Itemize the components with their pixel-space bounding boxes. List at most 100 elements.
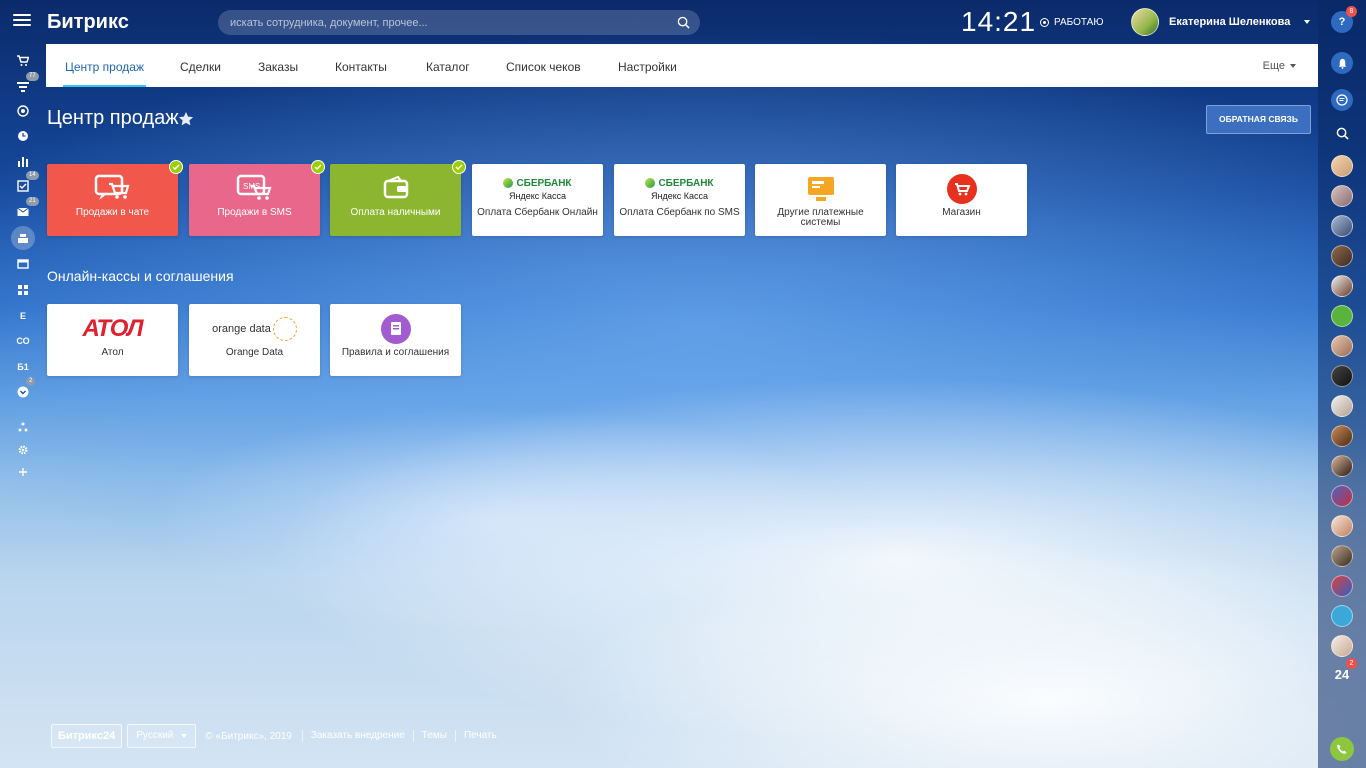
sidebar-item-timeman[interactable]	[14, 127, 32, 145]
help-button[interactable]: ? 8	[1330, 6, 1357, 34]
contact-avatar[interactable]	[1330, 634, 1354, 658]
help-badge: 8	[1346, 6, 1357, 17]
user-placeholder-icon	[1331, 305, 1353, 327]
right-sidebar: ? 8 24 2	[1318, 0, 1366, 768]
yandex-kassa-logo: Яндекс Касса	[508, 190, 566, 201]
sidebar-item-crm[interactable]: 77	[14, 72, 39, 96]
section-title-kassa: Онлайн-кассы и соглашения	[47, 268, 234, 284]
sidebar-item-co[interactable]: СО	[14, 332, 32, 350]
tile-sberbank-online[interactable]: СБЕРБАНК Яндекс Касса Оплата Сбербанк Он…	[472, 164, 603, 236]
chat-button[interactable]	[1330, 88, 1354, 112]
sidebar-item-mail[interactable]: 21	[14, 197, 39, 221]
tab-catalog[interactable]: Каталог	[426, 44, 470, 87]
tile-chat-sales[interactable]: Продажи в чате	[47, 160, 183, 236]
work-status[interactable]: РАБОТАЮ	[1040, 17, 1103, 28]
tab-more-button[interactable]: Еще	[1263, 44, 1296, 87]
contact-avatar[interactable]	[1330, 184, 1354, 208]
sidebar-item-apps[interactable]	[14, 281, 32, 299]
tile-sberbank-sms[interactable]: СБЕРБАНК Яндекс Касса Оплата Сбербанк по…	[614, 164, 745, 236]
contact-avatar[interactable]	[1330, 154, 1354, 178]
contact-avatar[interactable]	[1330, 454, 1354, 478]
bitrix24-label: 24	[1334, 666, 1350, 682]
cart-icon	[17, 55, 29, 66]
task-check-icon	[17, 180, 29, 192]
footer-link-order[interactable]: Заказать внедрение	[301, 730, 413, 742]
phone-icon	[1337, 744, 1347, 754]
contact-avatar[interactable]	[1330, 244, 1354, 268]
feedback-button[interactable]: ОБРАТНАЯ СВЯЗЬ	[1206, 105, 1311, 134]
contact-avatar[interactable]	[1330, 544, 1354, 568]
footer-link-themes[interactable]: Темы	[412, 730, 455, 742]
sidebar-item-goals[interactable]	[14, 102, 32, 120]
window-icon	[17, 259, 29, 269]
search-icon[interactable]	[677, 16, 690, 29]
phone-call-button[interactable]	[1330, 737, 1354, 761]
top-bar: Битрикс 14:21 РАБОТАЮ Екатерина Шеленков…	[0, 0, 1318, 44]
tab-receipts[interactable]: Список чеков	[506, 44, 581, 87]
sidebar-item-sales-center[interactable]	[11, 226, 35, 250]
footer-logo[interactable]: Битрикс24	[51, 724, 123, 748]
question-icon: ?	[1338, 16, 1346, 28]
tab-more-label: Еще	[1262, 59, 1285, 72]
tab-orders[interactable]: Заказы	[258, 44, 298, 87]
tile-label: Атол	[101, 347, 124, 358]
user-avatar[interactable]	[1131, 8, 1159, 36]
sidebar-item-more[interactable]: 2	[14, 377, 36, 401]
search-input[interactable]	[230, 10, 670, 35]
sidebar-item-store[interactable]	[14, 52, 32, 70]
chat-cart-icon	[94, 174, 129, 200]
avatar	[1331, 215, 1353, 237]
notifications-button[interactable]	[1330, 51, 1354, 75]
sidebar-item-e[interactable]: Е	[14, 307, 32, 325]
favorite-star-icon[interactable]	[178, 111, 194, 127]
contact-avatar[interactable]	[1330, 214, 1354, 238]
sidebar-item-analytics[interactable]	[14, 152, 32, 170]
user-menu[interactable]: Екатерина Шеленкова	[1131, 8, 1311, 36]
tile-shop[interactable]: Магазин	[896, 164, 1027, 236]
contact-avatar[interactable]	[1330, 484, 1354, 508]
tab-deals[interactable]: Сделки	[180, 44, 221, 87]
contact-avatar[interactable]	[1330, 334, 1354, 358]
contact-avatar[interactable]	[1330, 394, 1354, 418]
language-selector[interactable]: Русский	[127, 724, 197, 748]
user-name[interactable]: Екатерина Шеленкова	[1169, 16, 1290, 28]
avatar	[1331, 455, 1353, 477]
tab-contacts[interactable]: Контакты	[335, 44, 387, 87]
sidebar-item-add[interactable]	[14, 463, 32, 481]
bell-icon	[1338, 58, 1346, 69]
tile-sms-sales[interactable]: SMS Продажи в SMS	[189, 160, 325, 236]
chevron-down-icon	[1290, 63, 1296, 68]
sidebar-item-sites[interactable]	[14, 255, 32, 273]
avatar	[1331, 155, 1353, 177]
tile-other-payment-systems[interactable]: Другие платежные системы	[755, 164, 886, 236]
hamburger-menu-icon[interactable]	[13, 14, 31, 28]
bitrix24-badge: 2	[1346, 658, 1357, 669]
atol-logo: АТОЛ	[82, 315, 143, 342]
tile-orange-data[interactable]: orange data Orange Data	[189, 304, 320, 376]
tile-cash-payment[interactable]: Оплата наличными	[330, 160, 466, 236]
app-logo[interactable]: Битрикс	[47, 11, 129, 34]
chevron-circle-icon	[17, 386, 29, 398]
contact-avatar[interactable]	[1330, 574, 1354, 598]
contact-avatar[interactable]	[1330, 514, 1354, 538]
contact-avatar[interactable]	[1330, 274, 1354, 298]
contact-avatar[interactable]	[1330, 304, 1354, 328]
footer-link-print[interactable]: Печать	[454, 730, 505, 742]
sidebar-item-structure[interactable]	[14, 418, 32, 436]
tile-atol[interactable]: АТОЛ Атол	[47, 304, 178, 376]
contact-avatar[interactable]	[1330, 604, 1354, 628]
bitrix24-apps-button[interactable]: 24 2	[1330, 658, 1357, 686]
sidebar-item-tasks[interactable]: 14	[14, 171, 39, 195]
contact-avatar[interactable]	[1330, 364, 1354, 388]
contact-avatar[interactable]	[1330, 424, 1354, 448]
right-search-button[interactable]	[1330, 121, 1354, 145]
tab-sales-center[interactable]: Центр продаж	[63, 44, 146, 87]
sidebar-item-b1[interactable]: Б1	[14, 358, 32, 376]
cash-register-icon	[18, 234, 28, 243]
sidebar-item-settings[interactable]	[14, 441, 32, 459]
search-box[interactable]	[218, 10, 700, 35]
clock: 14:21	[961, 6, 1037, 37]
tab-settings[interactable]: Настройки	[618, 44, 677, 87]
tile-rules-agreements[interactable]: Правила и соглашения	[330, 304, 461, 376]
avatar	[1331, 515, 1353, 537]
